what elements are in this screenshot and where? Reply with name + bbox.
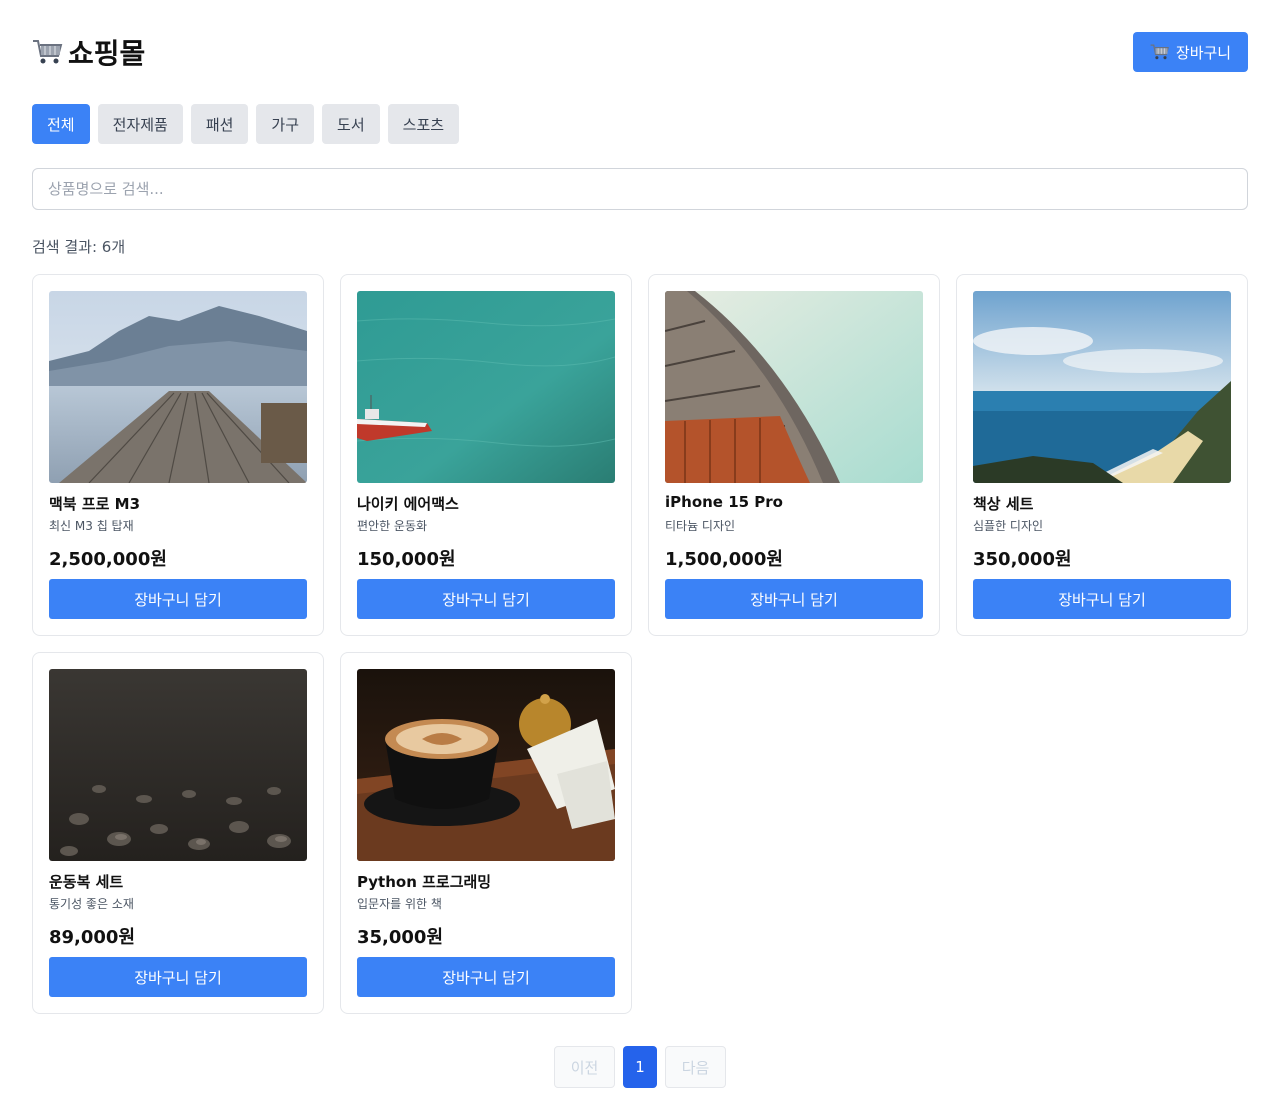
tab-books[interactable]: 도서	[322, 104, 380, 144]
product-name: 나이키 에어맥스	[357, 495, 459, 513]
search-input[interactable]	[32, 168, 1248, 210]
product-card: 나이키 에어맥스 편안한 운동화 150,000원 장바구니 담기	[340, 274, 632, 636]
shopping-cart-icon	[32, 38, 64, 66]
product-name: 맥북 프로 M3	[49, 495, 141, 513]
logo: 쇼핑몰	[32, 32, 145, 72]
product-description: 편안한 운동화	[357, 519, 428, 533]
product-grid: 맥북 프로 M3 최신 M3 칩 탑재 2,500,000원 장바구니 담기 나…	[32, 274, 1248, 1014]
product-card: iPhone 15 Pro 티타늄 디자인 1,500,000원 장바구니 담기	[648, 274, 940, 636]
add-to-cart-button[interactable]: 장바구니 담기	[665, 579, 923, 619]
tab-furniture[interactable]: 가구	[256, 104, 315, 144]
cart-button-label: 장바구니	[1175, 43, 1232, 62]
product-price: 150,000원	[357, 549, 456, 570]
product-image[interactable]	[357, 669, 615, 861]
cart-button[interactable]: 장바구니	[1133, 32, 1248, 72]
pagination: 이전 1 다음	[554, 1046, 726, 1088]
tab-all[interactable]: 전체	[32, 104, 90, 144]
product-name: 운동복 세트	[49, 873, 124, 891]
product-name: Python 프로그래밍	[357, 873, 492, 891]
product-card: 맥북 프로 M3 최신 M3 칩 탑재 2,500,000원 장바구니 담기	[32, 274, 324, 636]
product-description: 최신 M3 칩 탑재	[49, 519, 134, 533]
shopping-cart-icon	[1150, 43, 1170, 61]
tab-electronics[interactable]: 전자제품	[97, 104, 183, 144]
product-price: 35,000원	[357, 927, 444, 948]
product-name: iPhone 15 Pro	[665, 493, 783, 511]
product-card: 책상 세트 심플한 디자인 350,000원 장바구니 담기	[956, 274, 1248, 636]
result-count: 검색 결과: 6개	[32, 238, 126, 256]
product-description: 심플한 디자인	[973, 519, 1044, 533]
product-image[interactable]	[665, 291, 923, 483]
add-to-cart-button[interactable]: 장바구니 담기	[49, 579, 307, 619]
prev-page-button[interactable]: 이전	[554, 1046, 615, 1088]
page-number-button[interactable]: 1	[623, 1046, 657, 1088]
add-to-cart-button[interactable]: 장바구니 담기	[49, 957, 307, 997]
tab-fashion[interactable]: 패션	[190, 104, 249, 144]
product-price: 1,500,000원	[665, 549, 783, 570]
add-to-cart-button[interactable]: 장바구니 담기	[357, 957, 615, 997]
product-price: 89,000원	[49, 927, 136, 948]
product-image[interactable]	[49, 669, 307, 861]
product-description: 통기성 좋은 소재	[49, 897, 134, 911]
product-card: Python 프로그래밍 입문자를 위한 책 35,000원 장바구니 담기	[340, 652, 632, 1014]
site-title: 쇼핑몰	[68, 37, 146, 70]
next-page-button[interactable]: 다음	[665, 1046, 726, 1088]
product-name: 책상 세트	[973, 495, 1034, 513]
product-description: 입문자를 위한 책	[357, 897, 442, 911]
tab-sports[interactable]: 스포츠	[387, 104, 460, 144]
product-card: 운동복 세트 통기성 좋은 소재 89,000원 장바구니 담기	[32, 652, 324, 1014]
add-to-cart-button[interactable]: 장바구니 담기	[357, 579, 615, 619]
product-price: 2,500,000원	[49, 549, 167, 570]
product-image[interactable]	[973, 291, 1231, 483]
product-image[interactable]	[49, 291, 307, 483]
add-to-cart-button[interactable]: 장바구니 담기	[973, 579, 1231, 619]
category-tabs: 전체 전자제품 패션 가구 도서 스포츠	[32, 104, 460, 144]
product-image[interactable]	[357, 291, 615, 483]
product-price: 350,000원	[973, 549, 1072, 570]
product-description: 티타늄 디자인	[665, 519, 736, 533]
header: 쇼핑몰 장바구니	[32, 32, 1248, 72]
